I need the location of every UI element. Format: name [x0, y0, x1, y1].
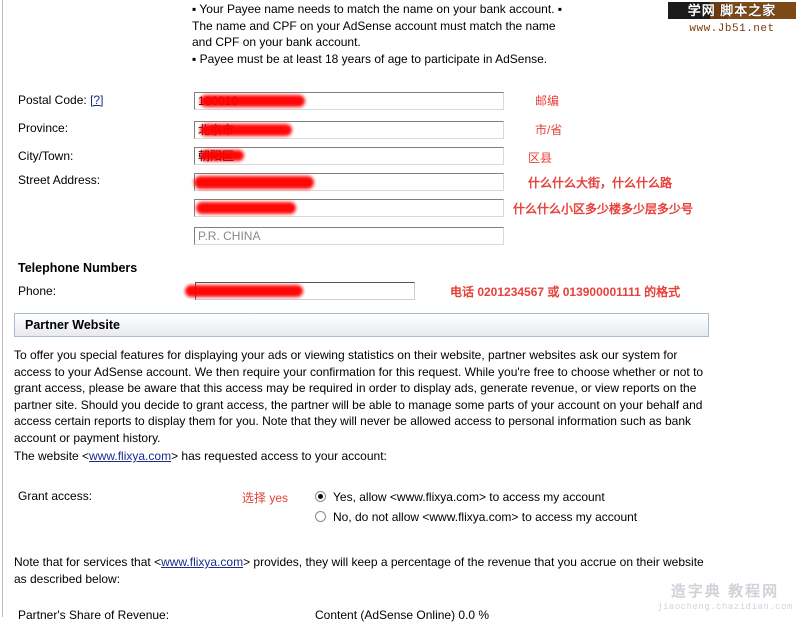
watermark-top: 学网 脚本之家 www.Jb51.net: [668, 2, 796, 35]
postal-code-label-text: Postal Code:: [18, 93, 87, 107]
annotation-street-2: 什么什么小区多少楼多少层多少号: [513, 202, 694, 216]
page-left-border: [2, 0, 3, 617]
radio-no-icon[interactable]: [315, 511, 326, 522]
redaction-smear-postal: [200, 95, 305, 107]
watermark-top-text: 学网 脚本之家: [668, 2, 796, 19]
revenue-share-value: Content (AdSense Online) 0.0 %: [315, 608, 490, 622]
street-address-label: Street Address:: [18, 173, 101, 187]
watermark-bottom-url: jiaocheng.chazidian.com: [657, 602, 793, 612]
partner-website-paragraph: To offer you special features for displa…: [14, 348, 704, 445]
watermark-top-url: www.Jb51.net: [689, 23, 775, 35]
redaction-smear-province: [200, 124, 292, 136]
grant-access-label: Grant access:: [18, 489, 93, 503]
notice-line-1: ▪ Your Payee name needs to match the nam…: [192, 2, 563, 49]
telephone-section-heading: Telephone Numbers: [18, 261, 138, 275]
redaction-smear-city: [200, 150, 244, 161]
request-suffix: > has requested access to your account:: [171, 449, 387, 463]
city-label: City/Town:: [18, 149, 74, 163]
grant-access-option-no-label: No, do not allow <www.flixya.com> to acc…: [333, 510, 638, 524]
grant-access-option-yes[interactable]: Yes, allow <www.flixya.com> to access my…: [315, 490, 605, 504]
notice-line-2: ▪ Payee must be at least 18 years of age…: [192, 51, 548, 66]
annotation-phone: 电话 0201234567 或 013900001111 的格式: [450, 285, 681, 299]
partner-website-panel-title: Partner Website: [25, 318, 120, 332]
province-label: Province:: [18, 121, 69, 135]
postal-code-help-icon[interactable]: [?]: [90, 93, 103, 107]
revenue-share-note: Note that for services that <www.flixya.…: [14, 554, 706, 587]
page-root: ▪ Your Payee name needs to match the nam…: [0, 0, 798, 622]
request-prefix: The website <: [14, 449, 90, 463]
annotation-province: 市/省: [535, 123, 563, 137]
partner-website-request-line: The website <www.flixya.com> has request…: [14, 448, 706, 465]
partner-site-link[interactable]: www.flixya.com: [89, 449, 171, 463]
postal-code-label: Postal Code: [?]: [18, 93, 103, 107]
annotation-postal-code: 邮编: [535, 94, 560, 108]
revenue-share-label: Partner's Share of Revenue:: [18, 608, 170, 622]
grant-access-option-yes-label: Yes, allow <www.flixya.com> to access my…: [333, 490, 605, 504]
partner-site-link-2[interactable]: www.flixya.com: [161, 555, 243, 569]
watermark-bottom: 造字典 教程网 jiaocheng.chazidian.com: [655, 580, 795, 612]
redaction-smear-phone: [185, 285, 303, 297]
country-field: P.R. CHINA: [194, 227, 504, 245]
annotation-city: 区县: [528, 151, 553, 165]
annotation-grant-access: 选择 yes: [242, 491, 289, 505]
watermark-bottom-text: 造字典 教程网: [670, 583, 780, 600]
radio-yes-icon[interactable]: [315, 491, 326, 502]
grant-access-option-no[interactable]: No, do not allow <www.flixya.com> to acc…: [315, 510, 637, 524]
partner-website-panel-header: Partner Website: [14, 313, 709, 337]
redaction-smear-street-1: [194, 176, 314, 189]
phone-label: Phone:: [18, 284, 57, 298]
redaction-smear-street-2: [196, 202, 296, 214]
payee-requirements-notice: ▪ Your Payee name needs to match the nam…: [192, 1, 570, 67]
revenue-note-prefix: Note that for services that <: [14, 555, 162, 569]
annotation-street-1: 什么什么大街，什么什么路: [528, 176, 673, 190]
